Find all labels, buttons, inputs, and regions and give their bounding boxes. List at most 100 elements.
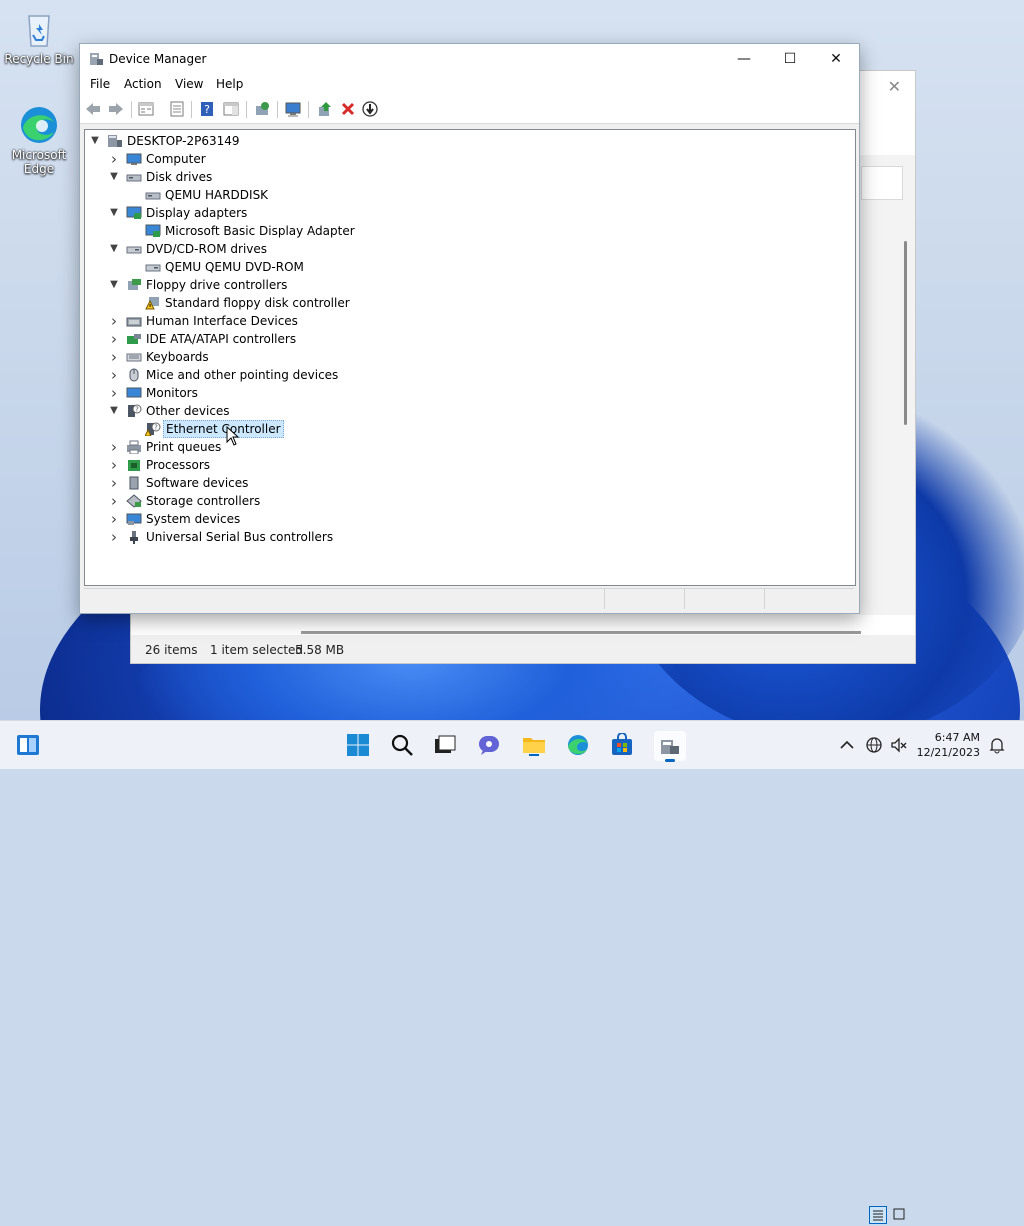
tree-device-row[interactable]: Microsoft Basic Display Adapter [85,222,845,240]
chevron-down-icon[interactable]: ▼ [108,402,120,420]
chevron-down-icon[interactable]: ▼ [108,276,120,294]
unknown-device-icon: ? [128,404,142,417]
menu-view[interactable]: View [175,77,203,91]
dvd-drive-icon [145,264,161,272]
volume-button[interactable] [890,736,908,754]
explorer-vertical-scrollbar[interactable] [904,241,907,425]
chevron-down-icon[interactable]: ▼ [89,132,101,150]
tree-category-row[interactable]: › Human Interface Devices [85,312,845,330]
desktop-icon-edge[interactable]: Microsoft Edge [4,104,74,176]
tree-category-row[interactable]: ▼ DVD/CD-ROM drives [85,240,845,258]
network-button[interactable] [865,736,883,754]
computer-icon [126,153,142,165]
chevron-right-icon[interactable]: › [108,456,120,474]
forward-button[interactable] [107,100,125,118]
notifications-button[interactable] [988,736,1006,754]
tree-category-row[interactable]: › System devices [85,510,845,528]
close-button[interactable]: ✕ [813,44,859,74]
large-icons-view-button[interactable] [891,1206,909,1224]
disable-device-button[interactable] [361,100,379,118]
chevron-right-icon[interactable]: › [108,474,120,492]
tree-category-row[interactable]: › Computer [85,150,845,168]
tree-category-row[interactable]: ▼ Display adapters [85,204,845,222]
chat-button[interactable] [477,733,501,757]
explorer-search-box[interactable] [861,166,903,200]
tree-category-row[interactable]: ▼ Disk drives [85,168,845,186]
chevron-right-icon[interactable]: › [108,510,120,528]
menu-file[interactable]: File [90,77,110,91]
tree-node-label: Mice and other pointing devices [146,368,339,382]
forward-arrow-icon [109,103,123,115]
tree-root-row[interactable]: ▼ DESKTOP-2P63149 [85,132,845,150]
chevron-right-icon[interactable]: › [108,492,120,510]
device-tree[interactable]: ▼ DESKTOP-2P63149 › Computer ▼ Disk drives Q… [84,129,856,586]
chevron-right-icon[interactable]: › [108,438,120,456]
explorer-file-row[interactable] [311,617,791,627]
tree-category-row[interactable]: › Monitors [85,384,845,402]
dvd-drive-icon [126,246,142,254]
tree-device-row[interactable]: ? Ethernet Controller [85,420,845,438]
device-manager-taskbar-button[interactable] [654,731,686,762]
tree-device-row[interactable]: QEMU QEMU DVD-ROM [85,258,845,276]
tree-category-row[interactable]: ▼? Other devices [85,402,845,420]
widgets-button[interactable] [16,733,40,757]
chevron-right-icon[interactable]: › [108,384,120,402]
toolbar-separator [131,101,132,118]
store-button[interactable] [610,732,634,757]
menu-action[interactable]: Action [124,77,162,91]
tree-category-row[interactable]: › Storage controllers [85,492,845,510]
tree-category-row[interactable]: › Mice and other pointing devices [85,366,845,384]
show-hide-console-tree-button[interactable] [137,100,155,118]
chevron-right-icon[interactable]: › [108,330,120,348]
chevron-down-icon[interactable]: ▼ [108,240,120,258]
tree-category-row[interactable]: › IDE ATA/ATAPI controllers [85,330,845,348]
tree-category-row[interactable]: › Software devices [85,474,845,492]
maximize-icon: ☐ [783,51,797,67]
task-view-button[interactable] [433,733,457,757]
start-button[interactable] [346,733,370,757]
back-button[interactable] [84,100,102,118]
usb-icon [130,531,138,544]
show-hidden-icons-button[interactable] [838,736,856,754]
search-button[interactable] [390,733,414,757]
tree-node-label: Storage controllers [146,494,261,508]
update-driver-button[interactable] [316,100,334,118]
tree-category-row[interactable]: › Print queues [85,438,845,456]
chevron-right-icon[interactable]: › [108,366,120,384]
tree-category-row[interactable]: ▼ Floppy drive controllers [85,276,845,294]
uninstall-device-button[interactable] [339,100,357,118]
chevron-right-icon[interactable]: › [108,348,120,366]
tree-device-row[interactable]: QEMU HARDDISK [85,186,845,204]
edge-taskbar-button[interactable] [566,733,590,757]
clock[interactable]: 6:47 AM 12/21/2023 [917,730,980,760]
ide-controller-icon [127,334,141,344]
computer-monitor-button[interactable] [284,100,302,118]
chevron-down-icon[interactable]: ▼ [108,168,120,186]
details-view-button[interactable] [869,1206,887,1224]
desktop-icon-recycle-bin[interactable]: Recycle Bin [4,8,74,66]
hid-icon [126,317,142,327]
properties-button[interactable] [168,100,186,118]
close-icon[interactable]: ✕ [888,77,901,96]
file-explorer-button[interactable] [522,733,546,757]
title-bar[interactable]: Device Manager — ☐ ✕ [80,44,859,74]
menu-help[interactable]: Help [216,77,243,91]
action-pane-button[interactable] [222,100,240,118]
tree-category-row[interactable]: › Universal Serial Bus controllers [85,528,845,546]
tree-device-row[interactable]: Standard floppy disk controller [85,294,845,312]
chevron-right-icon[interactable]: › [108,150,120,168]
tree-category-row[interactable]: › Keyboards [85,348,845,366]
chevron-down-icon[interactable]: ▼ [108,204,120,222]
mouse-icon [129,368,139,382]
maximize-button[interactable]: ☐ [767,44,813,74]
display-adapter-icon [145,224,161,237]
taskbar: 6:47 AM 12/21/2023 [0,720,1024,769]
chevron-right-icon[interactable]: › [108,312,120,330]
chevron-right-icon[interactable]: › [108,528,120,546]
search-icon [391,734,413,756]
scan-hardware-button[interactable] [253,100,271,118]
explorer-horizontal-scrollbar[interactable] [301,631,861,634]
minimize-button[interactable]: — [721,44,767,74]
tree-category-row[interactable]: › Processors [85,456,845,474]
help-button[interactable]: ? [198,100,216,118]
